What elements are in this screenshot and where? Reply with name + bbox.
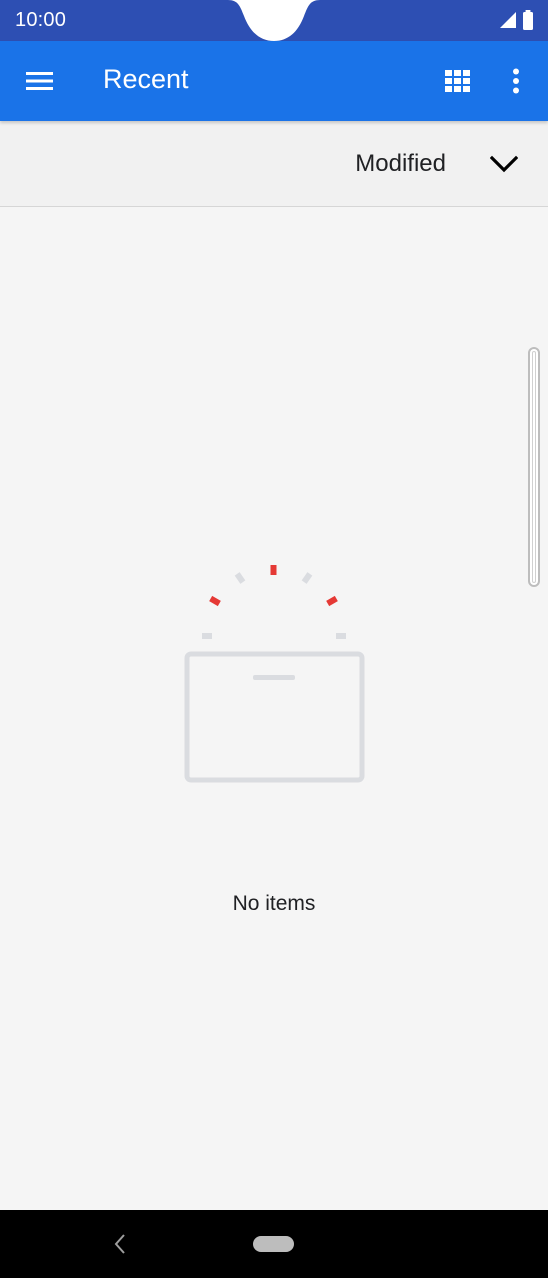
battery-icon <box>523 10 533 30</box>
navigation-bar <box>0 1210 548 1278</box>
menu-button[interactable] <box>20 61 60 101</box>
spark-dash <box>326 595 338 607</box>
spark-dash <box>202 633 212 639</box>
spark-dash <box>209 595 221 607</box>
back-icon <box>114 1234 125 1254</box>
spark-dash <box>270 565 277 575</box>
back-button[interactable] <box>104 1228 136 1260</box>
page-title: Recent <box>103 64 189 94</box>
signal-icon <box>500 12 516 28</box>
hamburger-menu-icon <box>26 72 53 90</box>
spark-dash <box>301 572 313 584</box>
more-options-button[interactable] <box>496 61 536 101</box>
empty-state-message: No items <box>232 892 316 915</box>
screen: 10:00 Recent Modified No items <box>0 0 548 1278</box>
app-bar: Recent <box>0 41 548 121</box>
grid-view-button[interactable] <box>437 61 477 101</box>
status-bar: 10:00 <box>0 0 548 41</box>
empty-folder-icon <box>184 565 365 783</box>
home-pill-icon[interactable] <box>253 1236 294 1252</box>
sort-dropdown[interactable]: Modified <box>355 139 518 189</box>
camera-notch <box>228 0 320 41</box>
status-icons <box>499 9 534 31</box>
scrollbar-thumb <box>532 351 536 583</box>
chevron-down-icon <box>490 155 518 173</box>
sort-label: Modified <box>355 150 446 177</box>
scrollbar[interactable] <box>528 347 540 587</box>
sort-bar: Modified <box>0 121 548 207</box>
grid-view-icon <box>444 70 470 92</box>
spark-dash <box>234 572 246 584</box>
spark-dash <box>336 633 346 639</box>
more-vertical-icon <box>513 68 519 94</box>
